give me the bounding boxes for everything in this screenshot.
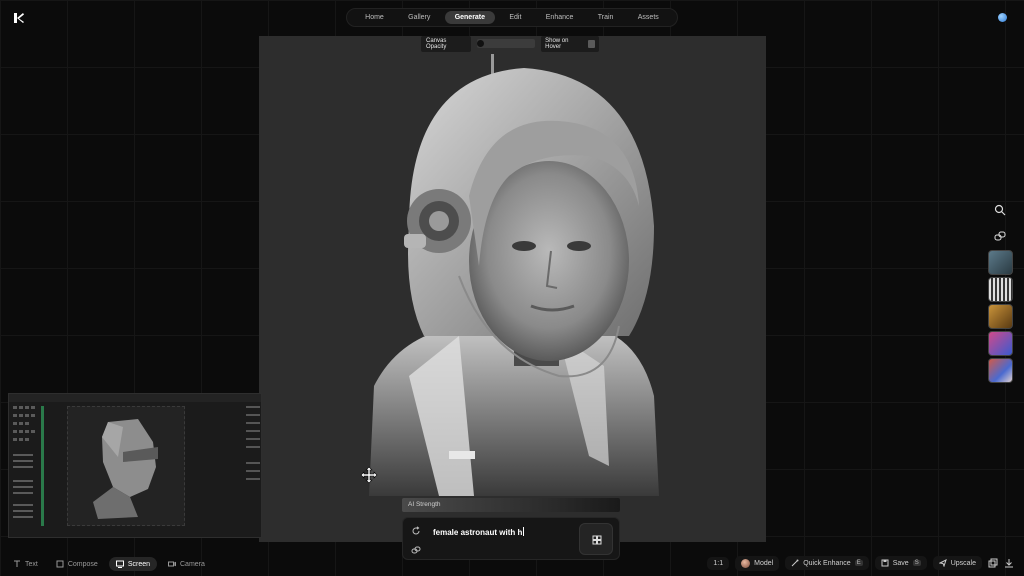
preview-viewport bbox=[67, 406, 185, 526]
screen-icon bbox=[115, 560, 124, 568]
mode-screen-button[interactable]: Screen bbox=[108, 557, 157, 571]
krea-logo[interactable] bbox=[13, 12, 25, 24]
upscale-label: Upscale bbox=[950, 559, 976, 567]
text-icon bbox=[14, 560, 20, 567]
search-icon[interactable] bbox=[994, 204, 1006, 216]
tab-home[interactable]: Home bbox=[355, 11, 394, 24]
model-button[interactable]: Model bbox=[735, 555, 780, 571]
tab-generate[interactable]: Generate bbox=[444, 11, 496, 24]
ai-strength-label: AI Strength bbox=[408, 501, 441, 508]
tab-gallery[interactable]: Gallery bbox=[398, 11, 440, 24]
mode-compose-button[interactable]: Compose bbox=[49, 557, 105, 571]
tab-assets[interactable]: Assets bbox=[628, 11, 669, 24]
mode-screen-label: Screen bbox=[127, 560, 150, 568]
copy-icon[interactable] bbox=[988, 558, 998, 568]
aspect-ratio-button[interactable]: 1:1 bbox=[707, 556, 730, 570]
history-thumbnail[interactable] bbox=[988, 277, 1013, 302]
history-thumbnail[interactable] bbox=[988, 331, 1013, 356]
refresh-icon[interactable] bbox=[411, 526, 421, 536]
generate-button[interactable] bbox=[579, 523, 613, 555]
wand-icon bbox=[791, 559, 799, 567]
low-poly-head-image bbox=[93, 419, 158, 519]
canvas-options-bar: Canvas Opacity Show on Hover bbox=[421, 35, 599, 52]
compose-icon bbox=[56, 560, 64, 568]
save-label: Save bbox=[892, 559, 909, 567]
history-thumbnail[interactable] bbox=[988, 250, 1013, 275]
tab-train[interactable]: Train bbox=[588, 11, 624, 24]
action-bar: 1:1 Model Quick Enhance E Save S Upscale bbox=[707, 555, 1014, 571]
prompt-input[interactable]: female astronaut with h bbox=[433, 527, 524, 537]
quick-enhance-button[interactable]: Quick Enhance E bbox=[785, 556, 869, 570]
mode-text-label: Text bbox=[25, 560, 38, 568]
generate-icon bbox=[592, 535, 602, 545]
slider-knob[interactable] bbox=[476, 40, 484, 47]
mode-compose-label: Compose bbox=[67, 560, 98, 568]
astronaut-portrait-image bbox=[369, 54, 659, 496]
save-shortcut: S bbox=[912, 560, 921, 566]
model-label: Model bbox=[754, 559, 774, 567]
preview-settings-panel bbox=[246, 406, 260, 480]
history-thumbnail[interactable] bbox=[988, 304, 1013, 329]
save-icon bbox=[881, 559, 889, 567]
quick-enhance-label: Quick Enhance bbox=[803, 559, 851, 567]
show-on-hover-checkbox[interactable] bbox=[587, 39, 595, 48]
quick-enhance-shortcut: E bbox=[854, 560, 863, 566]
upscale-button[interactable]: Upscale bbox=[932, 556, 982, 570]
canvas-opacity-slider[interactable] bbox=[476, 39, 536, 48]
send-icon bbox=[938, 559, 947, 567]
show-on-hover-label: Show on Hover bbox=[545, 37, 569, 50]
ai-strength-slider[interactable]: AI Strength bbox=[402, 498, 620, 512]
camera-icon bbox=[168, 561, 176, 567]
tab-enhance[interactable]: Enhance bbox=[536, 11, 584, 24]
screen-capture-preview[interactable] bbox=[8, 393, 262, 538]
account-avatar[interactable] bbox=[998, 13, 1007, 22]
mode-camera-button[interactable]: Camera bbox=[161, 557, 212, 571]
prompt-panel: female astronaut with h bbox=[402, 517, 620, 560]
show-on-hover-toggle[interactable]: Show on Hover bbox=[541, 35, 599, 52]
mode-text-button[interactable]: Text bbox=[6, 557, 45, 571]
save-button[interactable]: Save S bbox=[874, 556, 927, 570]
move-icon[interactable] bbox=[360, 466, 378, 484]
link-icon[interactable] bbox=[994, 230, 1006, 242]
tab-edit[interactable]: Edit bbox=[499, 11, 531, 24]
link-icon[interactable] bbox=[411, 545, 421, 555]
model-avatar bbox=[741, 558, 751, 568]
download-icon[interactable] bbox=[1004, 558, 1014, 568]
preview-tool-panel bbox=[13, 406, 44, 526]
capture-mode-bar: Text Compose Screen Camera bbox=[6, 556, 212, 572]
mode-camera-label: Camera bbox=[180, 560, 205, 568]
canvas-opacity-label: Canvas Opacity bbox=[421, 35, 471, 52]
preview-toolbar bbox=[9, 394, 261, 402]
generated-image-canvas[interactable] bbox=[259, 36, 766, 542]
history-thumbnail[interactable] bbox=[988, 358, 1013, 383]
main-nav: Home Gallery Generate Edit Enhance Train… bbox=[346, 8, 678, 27]
